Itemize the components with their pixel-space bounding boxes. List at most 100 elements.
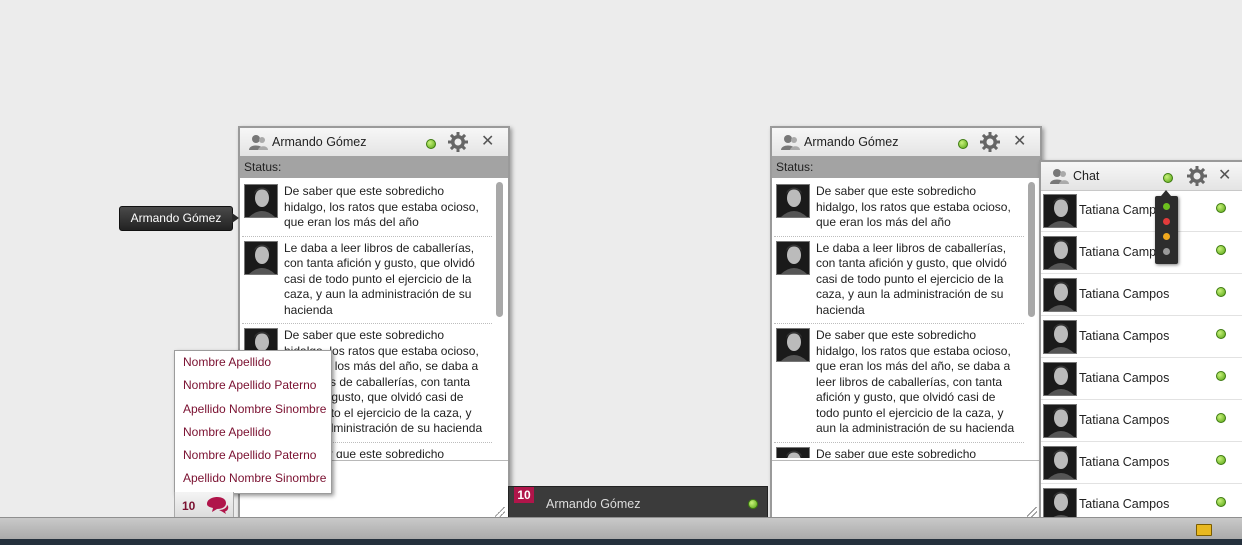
gear-icon[interactable] [979,131,1001,153]
message-item: De saber que este sobredicho hidalgo, lo… [774,180,1024,237]
avatar [776,328,810,362]
message-item: De saber que este sobredicho [774,443,1024,459]
message-item: Le daba a leer libros de caballerías, co… [774,237,1024,324]
contact-item[interactable]: Tatiana Campos [1041,232,1242,274]
chat-window-header[interactable]: Armando Gómez ✕ [772,128,1040,157]
status-offline-option-icon[interactable] [1163,248,1170,255]
contact-item[interactable]: Tatiana Campos [1041,442,1242,484]
message-list[interactable]: De saber que este sobredicho hidalgo, lo… [774,180,1024,458]
gear-icon[interactable] [447,131,469,153]
contact-panel-title: Chat [1073,169,1100,183]
tooltip: Armando Gómez [119,206,239,231]
status-popup [1155,190,1178,264]
chat-counter-button[interactable]: 10 [174,492,234,519]
scrollbar[interactable] [1027,180,1037,458]
contact-item[interactable]: Tatiana Campos [1041,400,1242,442]
status-bar: Status: [240,156,508,178]
avatar [244,184,278,218]
message-item: Le daba a leer libros de caballerías, co… [242,237,492,324]
contact-name: Tatiana Campos [1079,329,1170,343]
chat-window-title: Armando Gómez [272,135,367,149]
status-online-option-icon[interactable] [1163,203,1170,210]
status-selector-icon[interactable] [1163,173,1173,183]
contact-panel: Chat ✕ Tatiana Campos Tatiana Campos Tat… [1039,160,1242,526]
contact-name: Tatiana Campos [1079,413,1170,427]
scrollbar[interactable] [495,180,505,458]
contact-name: Tatiana Campos [1079,497,1170,511]
chat-window: Armando Gómez ✕ Status: De saber que est… [770,126,1042,521]
online-status-icon [1216,245,1226,255]
minimized-chat[interactable]: 10 Armando Gómez [508,486,768,519]
taskbar-edge [0,539,1242,545]
avatar [776,240,810,275]
avatar [1043,446,1077,480]
avatar [776,184,810,218]
minimized-chat-title: Armando Gómez [546,497,641,511]
menu-item[interactable]: Nombre Apellido [175,351,331,374]
avatar [1043,362,1077,396]
user-icon [1050,169,1069,184]
contact-name: Tatiana Campos [1079,371,1170,385]
online-status-icon[interactable] [426,139,436,149]
close-icon[interactable]: ✕ [481,134,494,150]
avatar [1043,236,1077,270]
message-item: De saber que este sobredicho hidalgo, lo… [774,324,1024,443]
chat-counter: 10 [182,499,196,513]
scrollbar-thumb[interactable] [1028,182,1035,317]
context-menu: Nombre Apellido Nombre Apellido Paterno … [174,350,332,494]
user-icon [249,135,268,150]
menu-item[interactable]: Nombre Apellido Paterno [175,444,331,467]
message-text: De saber que este sobredicho hidalgo, lo… [284,184,479,229]
online-status-icon [1216,203,1226,213]
resize-grip-icon[interactable] [1027,507,1037,517]
resize-grip-icon[interactable] [495,507,505,517]
scrollbar-thumb[interactable] [496,182,503,317]
unread-badge: 10 [514,487,534,503]
menu-item[interactable]: Apellido Nombre Sinombre [175,398,331,421]
message-text: De saber que este sobredicho hidalgo, lo… [816,328,1015,435]
contact-item[interactable]: Tatiana Campos [1041,190,1242,232]
menu-item[interactable]: Apellido Nombre Sinombre [175,467,331,490]
avatar [1043,194,1077,228]
status-label: Status: [776,160,814,174]
status-busy-option-icon[interactable] [1163,218,1170,225]
message-text: Le daba a leer libros de caballerías, co… [816,240,1007,317]
menu-item[interactable]: Nombre Apellido Paterno [175,374,331,397]
contact-name: Tatiana Campos [1079,287,1170,301]
avatar [244,240,278,275]
contact-item[interactable]: Tatiana Campos [1041,358,1242,400]
online-status-icon [1216,371,1226,381]
avatar [776,446,810,458]
contact-item[interactable]: Tatiana Campos [1041,274,1242,316]
online-status-icon [1216,497,1226,507]
avatar [1043,278,1077,312]
contact-item[interactable]: Tatiana Campos [1041,316,1242,358]
menu-item[interactable]: Nombre Apellido [175,421,331,444]
chat-window-title: Armando Gómez [804,135,899,149]
taskbar [0,517,1242,540]
gear-icon[interactable] [1186,165,1208,187]
online-status-icon [1216,413,1226,423]
avatar [1043,404,1077,438]
message-text: De saber que este sobredicho hidalgo, lo… [816,184,1011,229]
status-bar: Status: [772,156,1040,178]
close-icon[interactable]: ✕ [1218,168,1231,184]
tray-icon[interactable] [1196,524,1212,536]
contact-name: Tatiana Campos [1079,455,1170,469]
online-status-icon [1216,287,1226,297]
close-icon[interactable]: ✕ [1013,134,1026,150]
contact-panel-header[interactable]: Chat ✕ [1041,162,1242,191]
message-item: De saber que este sobredicho hidalgo, lo… [242,180,492,237]
online-status-icon [1216,455,1226,465]
contact-list: Tatiana Campos Tatiana Campos Tatiana Ca… [1041,190,1242,526]
message-input[interactable] [772,460,1040,519]
online-status-icon[interactable] [958,139,968,149]
online-status-icon [1216,329,1226,339]
chat-window-header[interactable]: Armando Gómez ✕ [240,128,508,157]
status-label: Status: [244,160,282,174]
online-status-icon [748,499,758,509]
message-text: Le daba a leer libros de caballerías, co… [284,240,475,317]
user-icon [781,135,800,150]
status-away-option-icon[interactable] [1163,233,1170,240]
message-text: De saber que este sobredicho [816,446,977,459]
